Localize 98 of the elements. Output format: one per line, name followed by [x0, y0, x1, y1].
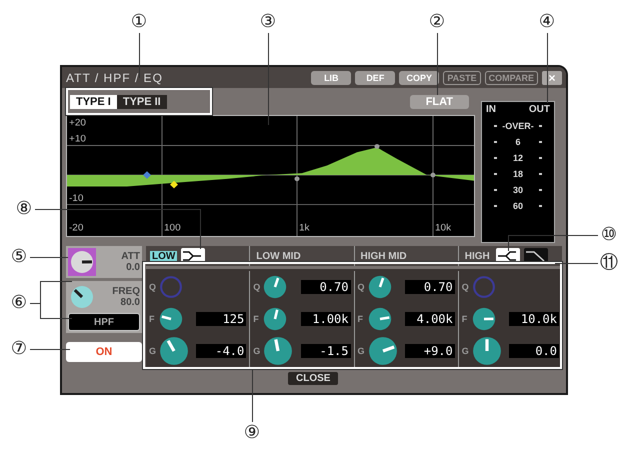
hpf-frequency-knob[interactable] — [68, 283, 96, 311]
parameter-label: F — [358, 314, 364, 324]
frequency-label: FREQ — [112, 286, 140, 297]
parameter-value: 10.0k — [509, 312, 559, 326]
window-title: ATT / HPF / EQ — [66, 70, 163, 84]
callout-number: ⑥ — [10, 292, 28, 314]
band-name[interactable]: HIGH — [462, 250, 492, 262]
meter-scale-label: 6 — [515, 137, 520, 147]
parameter-value: +9.0 — [404, 344, 455, 358]
frequency-value: 80.0 — [120, 297, 140, 308]
parameter-label: F — [253, 314, 260, 324]
axis-label: -20 — [69, 222, 84, 234]
parameter-label: Q — [253, 282, 260, 292]
leader-line — [139, 33, 140, 78]
parameter-knob[interactable] — [368, 336, 398, 366]
meter-tick — [538, 157, 542, 159]
parameter-label: G — [462, 346, 469, 356]
band-point-icon[interactable] — [294, 176, 300, 182]
band-name[interactable]: LOW — [150, 250, 178, 262]
parameter-value: 4.00k — [404, 312, 455, 326]
meter-scale-label: 12 — [512, 153, 523, 163]
leader-line — [555, 263, 598, 264]
callout-number: ⑪ — [599, 252, 619, 274]
meter-scale-label: 18 — [512, 169, 523, 179]
parameter-label: Q — [462, 282, 469, 292]
parameter-value: 0.70 — [300, 280, 350, 294]
parameter-knob[interactable] — [472, 307, 496, 331]
parameter-knob[interactable] — [263, 336, 294, 366]
meter-tick — [494, 189, 497, 191]
att-knob[interactable] — [68, 248, 96, 276]
type-tab[interactable]: TYPE I — [70, 95, 117, 109]
parameter-knob[interactable] — [159, 307, 183, 331]
meter-tick — [494, 173, 497, 175]
meter-tick — [538, 205, 542, 207]
callout-number: ① — [130, 11, 148, 33]
callout-number: ⑤ — [10, 246, 28, 268]
callout-number: ② — [428, 11, 446, 33]
parameter-knob[interactable] — [159, 336, 189, 366]
leader-line — [30, 257, 68, 258]
callout-number: ⑦ — [10, 338, 28, 360]
callout-number: ⑧ — [14, 198, 34, 220]
leader-line — [547, 33, 548, 103]
leader-line — [437, 33, 438, 95]
parameter-label: G — [253, 346, 260, 356]
parameter-value: 0.70 — [404, 280, 455, 294]
att-value: 0.0 — [126, 262, 140, 273]
parameter-label: G — [358, 346, 364, 356]
parameter-label: Q — [149, 282, 156, 292]
parameter-label: G — [149, 346, 156, 356]
parameter-knob[interactable] — [368, 275, 392, 299]
leader-line — [30, 349, 70, 350]
band-point-icon[interactable] — [374, 144, 380, 149]
parameter-knob[interactable] — [263, 275, 288, 299]
parameter-value: 0.0 — [509, 344, 559, 358]
axis-label: 10k — [435, 222, 452, 234]
meter-label: IN — [486, 104, 496, 115]
band-name[interactable]: HIGH MID — [358, 250, 409, 262]
meter-tick — [538, 141, 542, 143]
parameter-value: 1.00k — [300, 312, 350, 326]
meter-tick — [494, 157, 497, 159]
hpf-button[interactable]: HPF — [68, 313, 140, 331]
meter-tick — [539, 125, 542, 127]
meter-tick — [538, 173, 542, 175]
on-button[interactable]: ON — [66, 342, 142, 362]
meter-label: OUT — [528, 104, 550, 115]
parameter-label: Q — [358, 282, 364, 292]
parameter-knob[interactable] — [368, 307, 392, 331]
parameter-value: -4.0 — [196, 344, 246, 358]
parameter-knob[interactable] — [263, 307, 288, 331]
att-label: ATT — [121, 251, 140, 262]
leader-line — [252, 370, 253, 422]
meter-tick — [494, 141, 497, 143]
type-tab[interactable]: TYPE II — [116, 95, 167, 109]
meter-scale-label: 60 — [512, 201, 523, 211]
parameter-label: F — [462, 314, 468, 324]
axis-label: +20 — [69, 118, 86, 128]
band-name[interactable]: LOW MID — [254, 250, 303, 262]
parameter-label: F — [149, 314, 156, 324]
callout-number: ⑩ — [600, 224, 618, 246]
band-point-icon[interactable] — [430, 172, 436, 178]
parameter-knob[interactable] — [472, 336, 502, 366]
axis-label: 100 — [164, 222, 181, 234]
parameter-value: -1.5 — [300, 344, 350, 358]
meter-scale-label: 30 — [512, 185, 523, 195]
meter-tick — [494, 205, 497, 207]
callout-number: ③ — [258, 11, 278, 33]
axis-label: +10 — [69, 134, 86, 145]
callout-number: ⑨ — [242, 422, 262, 444]
parameter-value: 125 — [196, 312, 246, 326]
meter-scale-label: -OVER- — [502, 121, 534, 131]
band-point-icon[interactable] — [170, 180, 178, 188]
axis-label: 1k — [299, 222, 310, 234]
close-button[interactable]: CLOSE — [288, 372, 338, 385]
meter-tick — [494, 125, 497, 127]
callout-number: ④ — [538, 11, 556, 33]
axis-label: -10 — [69, 192, 84, 204]
meter-tick — [538, 189, 542, 191]
band-point-icon[interactable] — [143, 171, 151, 179]
